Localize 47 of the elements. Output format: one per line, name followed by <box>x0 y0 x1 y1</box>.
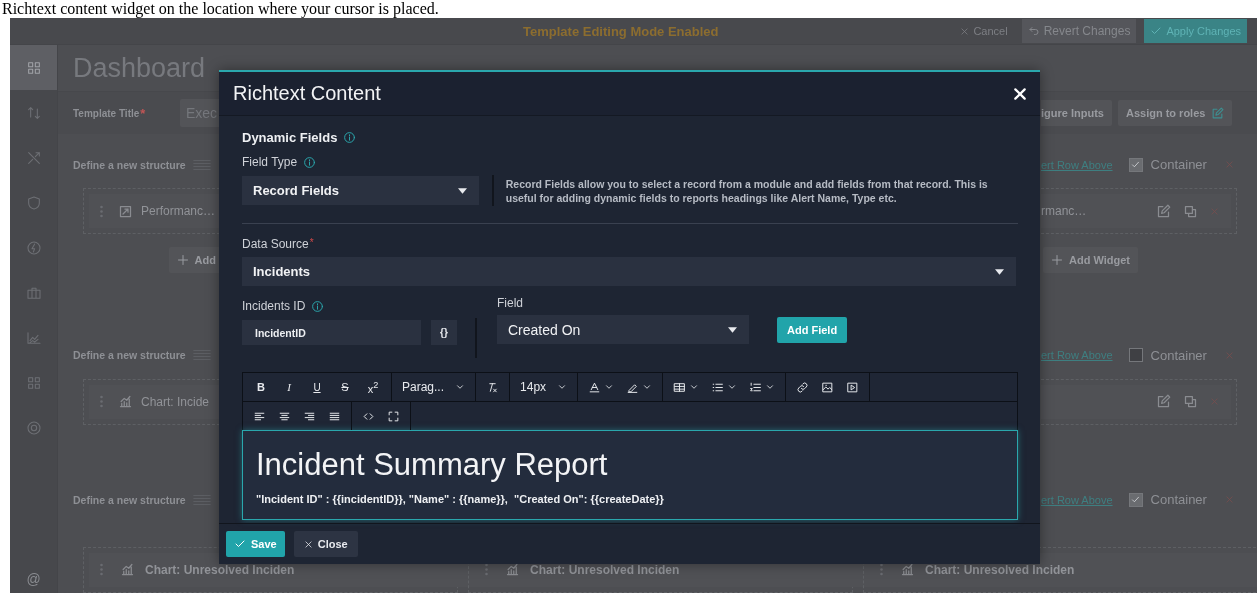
save-button[interactable]: Save <box>226 531 285 557</box>
container-label: Container <box>1150 347 1207 363</box>
container-label: Container <box>1150 157 1207 173</box>
widget-title: Chart: Unresolved Inciden <box>530 562 680 577</box>
mode-notice: Template Editing Mode Enabled <box>523 23 719 39</box>
add-field-button[interactable]: Add Field <box>777 316 848 343</box>
section-title: Dynamic Fields <box>242 130 338 145</box>
widget-title: Chart: Unresolved Inciden <box>925 562 1075 577</box>
italic-button[interactable]: I <box>275 374 303 400</box>
format-dropdown[interactable]: 14px <box>514 374 574 400</box>
widget-title: rmanc… <box>1041 204 1087 218</box>
field-type-select[interactable]: Record Fields <box>242 176 479 205</box>
required-mark: * <box>140 105 146 121</box>
strikethrough-button[interactable]: S <box>331 374 359 400</box>
editor-content[interactable]: Incident Summary Report "Incident ID" : {{incidentID}}, "Name" : {{name}}, "Created On": {{createDate}} <box>242 430 1018 520</box>
underline-button[interactable]: U <box>303 374 331 400</box>
container-label: Container <box>1150 492 1207 508</box>
dialog-title: Richtext Content <box>233 82 381 105</box>
widget-title: Chart: Unresolved Inciden <box>145 562 295 577</box>
superscript-button[interactable]: x$^{2}$ <box>359 374 387 400</box>
structure-label: Define a new structure <box>73 493 186 506</box>
field-label: Template Title <box>73 107 140 119</box>
bold-button[interactable]: B <box>247 374 275 400</box>
data-source-select[interactable]: Incidents <box>242 257 1016 286</box>
configure-inputs-button[interactable]: igure Inputs <box>1041 100 1112 127</box>
structure-label: Define a new structure <box>73 349 186 362</box>
widget-title: Performanc… <box>141 204 216 218</box>
insert-variable-button[interactable]: {} <box>431 320 457 345</box>
incidents-id-field[interactable]: IncidentID <box>242 320 421 345</box>
add-widget-button[interactable]: Add <box>168 247 220 274</box>
field-label: Field Type <box>242 155 298 169</box>
required-mark: * <box>309 237 314 248</box>
structure-label: Define a new structure <box>73 158 186 171</box>
at-sign[interactable]: @ <box>26 571 41 593</box>
add-widget-button[interactable]: Add Widget <box>1043 247 1138 274</box>
content-text: "Incident ID" : {{incidentID}}, "Name" : {{name}}, "Created On": {{createDate}} <box>256 493 665 505</box>
assign-roles-button[interactable]: Assign to roles <box>1117 100 1233 127</box>
close-button[interactable]: Close <box>293 531 358 557</box>
field-label: Field <box>497 296 524 310</box>
caption-text: Richtext content widget on the location where your cursor is placed. <box>1 0 440 18</box>
field-label: Incidents ID <box>242 299 306 313</box>
content-heading: Incident Summary Report <box>256 447 609 483</box>
format-dropdown[interactable]: Parag... <box>396 374 472 400</box>
field-label: Data Source <box>242 237 309 251</box>
field-select[interactable]: Created On <box>497 315 749 344</box>
help-text: Record Fields allow you to select a record from a module and add fields from that record. This is useful for adding dynamic fields to reports headings like Alert Name, Type etc. <box>505 176 989 205</box>
widget-title: Chart: Incide <box>141 394 210 409</box>
